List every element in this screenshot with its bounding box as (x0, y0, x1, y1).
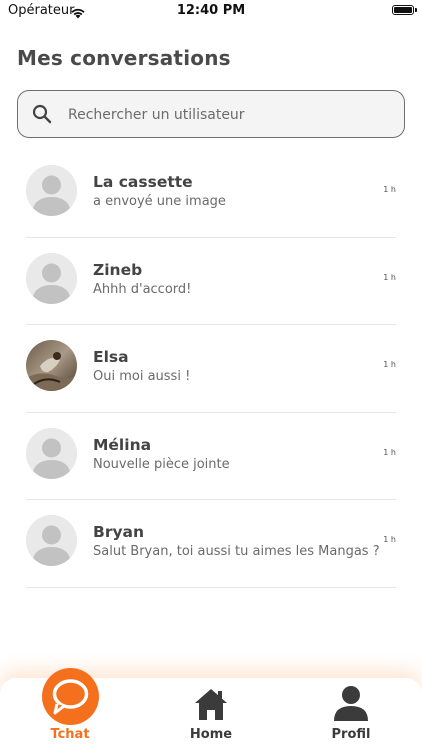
message-preview: Salut Bryan, toi aussi tu aimes les Mang… (93, 544, 380, 559)
bottom-tab-bar: Tchat Home Profil (0, 668, 422, 750)
message-preview: Ahhh d'accord! (93, 281, 192, 297)
photo-avatar (26, 340, 77, 391)
message-time: 1 h (383, 185, 396, 194)
page-title: Mes conversations (17, 46, 231, 70)
message-time: 1 h (383, 360, 396, 369)
conversation-row[interactable]: Elsa Oui moi aussi ! 1 h (0, 325, 422, 413)
conversation-row[interactable]: Mélina Nouvelle pièce jointe 1 h (0, 413, 422, 500)
chat-bubble-icon (42, 668, 99, 725)
tab-label: Home (189, 727, 233, 742)
person-icon (333, 684, 369, 726)
default-avatar-icon (26, 427, 77, 479)
message-preview: Nouvelle pièce jointe (93, 456, 230, 472)
conversation-row[interactable]: Zineb Ahhh d'accord! 1 h (0, 238, 422, 325)
default-avatar-icon (26, 515, 77, 566)
tab-home[interactable]: Home (161, 678, 261, 750)
message-preview: a envoyé une image (93, 194, 226, 209)
tab-profil[interactable]: Profil (301, 678, 401, 750)
message-time: 1 h (383, 447, 396, 457)
default-avatar-icon (26, 165, 77, 216)
message-time: 1 h (383, 272, 396, 282)
status-bar: Opérateur 12:40 PM (0, 0, 422, 24)
tab-label: Tchat (50, 727, 90, 742)
message-preview: Oui moi aussi ! (93, 369, 191, 384)
conversation-row[interactable]: La cassette a envoyé une image 1 h (0, 150, 422, 238)
conversation-row[interactable]: Bryan Salut Bryan, toi aussi tu aimes le… (0, 500, 422, 588)
home-icon (193, 687, 229, 725)
status-time: 12:40 PM (176, 3, 246, 18)
divider (26, 586, 396, 588)
contact-name: Elsa (93, 348, 129, 366)
message-time: 1 h (383, 535, 396, 544)
contact-name: Zineb (93, 260, 143, 279)
tab-tchat[interactable]: Tchat (20, 668, 120, 750)
tab-label: Profil (331, 727, 371, 742)
search-bar[interactable] (17, 90, 405, 138)
default-avatar-icon (26, 252, 77, 304)
conversation-list: La cassette a envoyé une image 1 h Zineb… (0, 150, 422, 588)
contact-name: Bryan (93, 523, 145, 541)
contact-name: Mélina (93, 435, 152, 454)
battery-icon (392, 5, 417, 15)
search-input[interactable] (66, 103, 390, 127)
search-icon (32, 104, 52, 128)
contact-name: La cassette (93, 173, 193, 191)
